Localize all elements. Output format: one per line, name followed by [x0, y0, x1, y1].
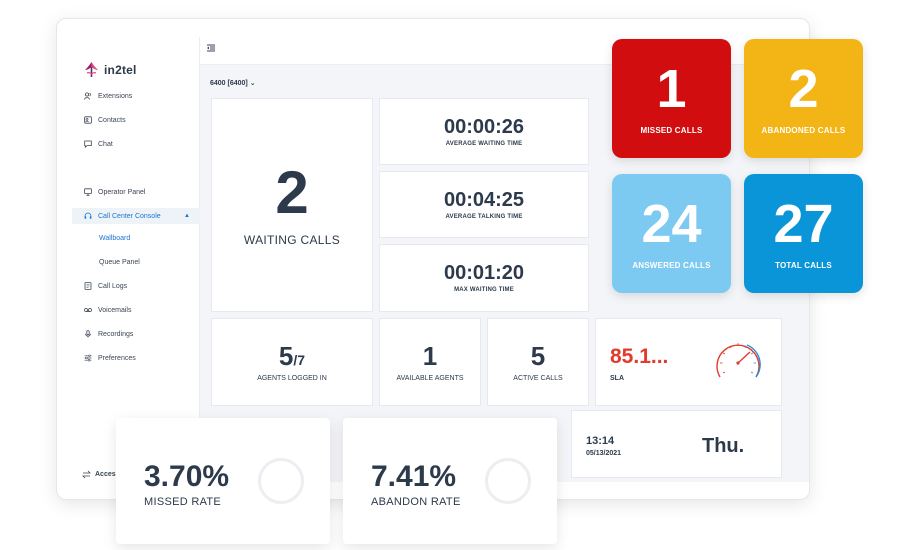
- abandoned-calls-label: ABANDONED CALLS: [761, 126, 846, 135]
- clock-date: 05/13/2021: [586, 450, 622, 457]
- sidebar: in2tel Extensions Contacts Chat Operator…: [72, 37, 200, 482]
- sidebar-item-label: Extensions: [98, 92, 133, 100]
- total-calls-label: TOTAL CALLS: [775, 261, 832, 270]
- missed-rate-label: MISSED RATE: [144, 496, 222, 508]
- sidebar-subitem-queue-panel[interactable]: Queue Panel: [99, 259, 140, 266]
- sla-card: 85.1... SLA: [595, 318, 782, 406]
- abandoned-calls-tile: 2 ABANDONED CALLS: [744, 39, 863, 158]
- sla-value: 85.1...: [610, 345, 669, 368]
- agents-logged-in-card: 5/7 AGENTS LOGGED IN: [211, 318, 373, 406]
- max-waiting-time-card: 00:01:20 MAX WAITING TIME: [379, 244, 589, 312]
- sidebar-item-call-logs[interactable]: Call Logs: [84, 282, 127, 290]
- switch-icon: [82, 470, 91, 479]
- missed-rate-value: 3.70%: [144, 460, 230, 493]
- users-icon: [84, 92, 91, 100]
- waiting-calls-card: 2 WAITING CALLS: [211, 98, 373, 312]
- sidebar-item-chat[interactable]: Chat: [84, 140, 113, 148]
- available-agents-label: AVAILABLE AGENTS: [396, 374, 464, 382]
- average-talking-time-label: AVERAGE TALKING TIME: [445, 213, 523, 220]
- sidebar-item-label: Acces: [95, 471, 116, 478]
- abandon-rate-card: 7.41% ABANDON RATE: [343, 418, 557, 544]
- sidebar-subitem-label: Wallboard: [99, 235, 131, 242]
- chevron-down-icon: ⌄: [249, 80, 256, 87]
- clock-card: 13:14 05/13/2021 Thu.: [571, 410, 782, 478]
- waiting-calls-value: 2: [275, 159, 309, 226]
- sidebar-item-access[interactable]: Acces: [82, 470, 116, 479]
- contacts-icon: [84, 116, 92, 124]
- average-talking-time-value: 00:04:25: [443, 188, 525, 211]
- available-agents-card: 1 AVAILABLE AGENTS: [379, 318, 481, 406]
- monitor-icon: [84, 188, 92, 196]
- agents-logged-in-value: 5/7: [279, 343, 305, 369]
- agents-total-count: /7: [293, 351, 306, 368]
- sidebar-item-label: Recordings: [98, 330, 134, 338]
- sla-label: SLA: [610, 375, 624, 382]
- agents-logged-count: 5: [278, 340, 294, 371]
- active-calls-card: 5 ACTIVE CALLS: [487, 318, 589, 406]
- sidebar-item-extensions[interactable]: Extensions: [84, 92, 132, 100]
- sidebar-item-preferences[interactable]: Preferences: [84, 354, 136, 362]
- missed-calls-tile: 1 MISSED CALLS: [612, 39, 731, 158]
- sidebar-item-recordings[interactable]: Recordings: [84, 330, 133, 338]
- missed-rate-ring-icon: [258, 458, 304, 504]
- sidebar-item-voicemails[interactable]: Voicemails: [84, 306, 131, 314]
- brand-name: in2tel: [104, 62, 137, 77]
- sidebar-subitem-wallboard[interactable]: Wallboard: [99, 235, 130, 242]
- agents-logged-in-label: AGENTS LOGGED IN: [257, 374, 327, 382]
- sidebar-item-call-center-console[interactable]: Call Center Console: [84, 212, 161, 220]
- chevron-up-icon[interactable]: ▲: [184, 213, 190, 219]
- sidebar-item-label: Preferences: [98, 354, 136, 362]
- sidebar-item-label: Call Center Console: [98, 212, 161, 220]
- sidebar-item-label: Call Logs: [98, 282, 128, 290]
- abandon-rate-label: ABANDON RATE: [371, 496, 461, 508]
- chat-icon: [84, 140, 92, 148]
- answered-calls-value: 24: [641, 194, 702, 254]
- clock-day: Thu.: [702, 435, 745, 457]
- sidebar-item-label: Voicemails: [98, 306, 132, 314]
- active-calls-label: ACTIVE CALLS: [513, 374, 563, 382]
- total-calls-tile: 27 TOTAL CALLS: [744, 174, 863, 293]
- menu-collapse-icon[interactable]: [206, 43, 216, 53]
- missed-calls-value: 1: [656, 59, 687, 119]
- available-agents-value: 1: [422, 340, 438, 371]
- sliders-icon: [84, 354, 92, 362]
- missed-rate-card: 3.70% MISSED RATE: [116, 418, 330, 544]
- clock-time: 13:14: [586, 435, 615, 447]
- active-calls-value: 5: [530, 340, 546, 371]
- sidebar-item-label: Contacts: [98, 116, 126, 124]
- abandoned-calls-value: 2: [788, 59, 819, 119]
- average-waiting-time-card: 00:00:26 AVERAGE WAITING TIME: [379, 98, 589, 165]
- abandon-rate-value: 7.41%: [371, 460, 457, 493]
- sidebar-item-label: Operator Panel: [98, 188, 146, 196]
- abandon-rate-ring-icon: [485, 458, 531, 504]
- call-logs-icon: [84, 282, 92, 290]
- total-calls-value: 27: [773, 194, 834, 254]
- sidebar-item-operator-panel[interactable]: Operator Panel: [84, 188, 145, 196]
- logo-icon: [85, 62, 98, 77]
- max-waiting-time-label: MAX WAITING TIME: [454, 287, 514, 293]
- missed-calls-label: MISSED CALLS: [640, 126, 703, 135]
- microphone-icon: [85, 330, 91, 338]
- waiting-calls-label: WAITING CALLS: [243, 233, 341, 247]
- queue-selector[interactable]: 6400 [6400] ⌄: [210, 79, 256, 87]
- sidebar-item-label: Chat: [98, 140, 113, 148]
- headset-icon: [84, 212, 92, 219]
- max-waiting-time-value: 00:01:20: [443, 262, 525, 284]
- average-waiting-time-value: 00:00:26: [443, 115, 525, 138]
- sidebar-item-contacts[interactable]: Contacts: [84, 116, 126, 124]
- answered-calls-label: ANSWERED CALLS: [632, 261, 711, 270]
- sidebar-subitem-label: Queue Panel: [99, 259, 140, 266]
- speedometer-icon: [716, 343, 761, 378]
- average-talking-time-card: 00:04:25 AVERAGE TALKING TIME: [379, 171, 589, 238]
- voicemail-icon: [84, 308, 92, 312]
- brand-logo[interactable]: in2tel: [84, 61, 137, 78]
- average-waiting-time-label: AVERAGE WAITING TIME: [445, 140, 523, 147]
- queue-selector-value: 6400 [6400]: [210, 80, 248, 87]
- answered-calls-tile: 24 ANSWERED CALLS: [612, 174, 731, 293]
